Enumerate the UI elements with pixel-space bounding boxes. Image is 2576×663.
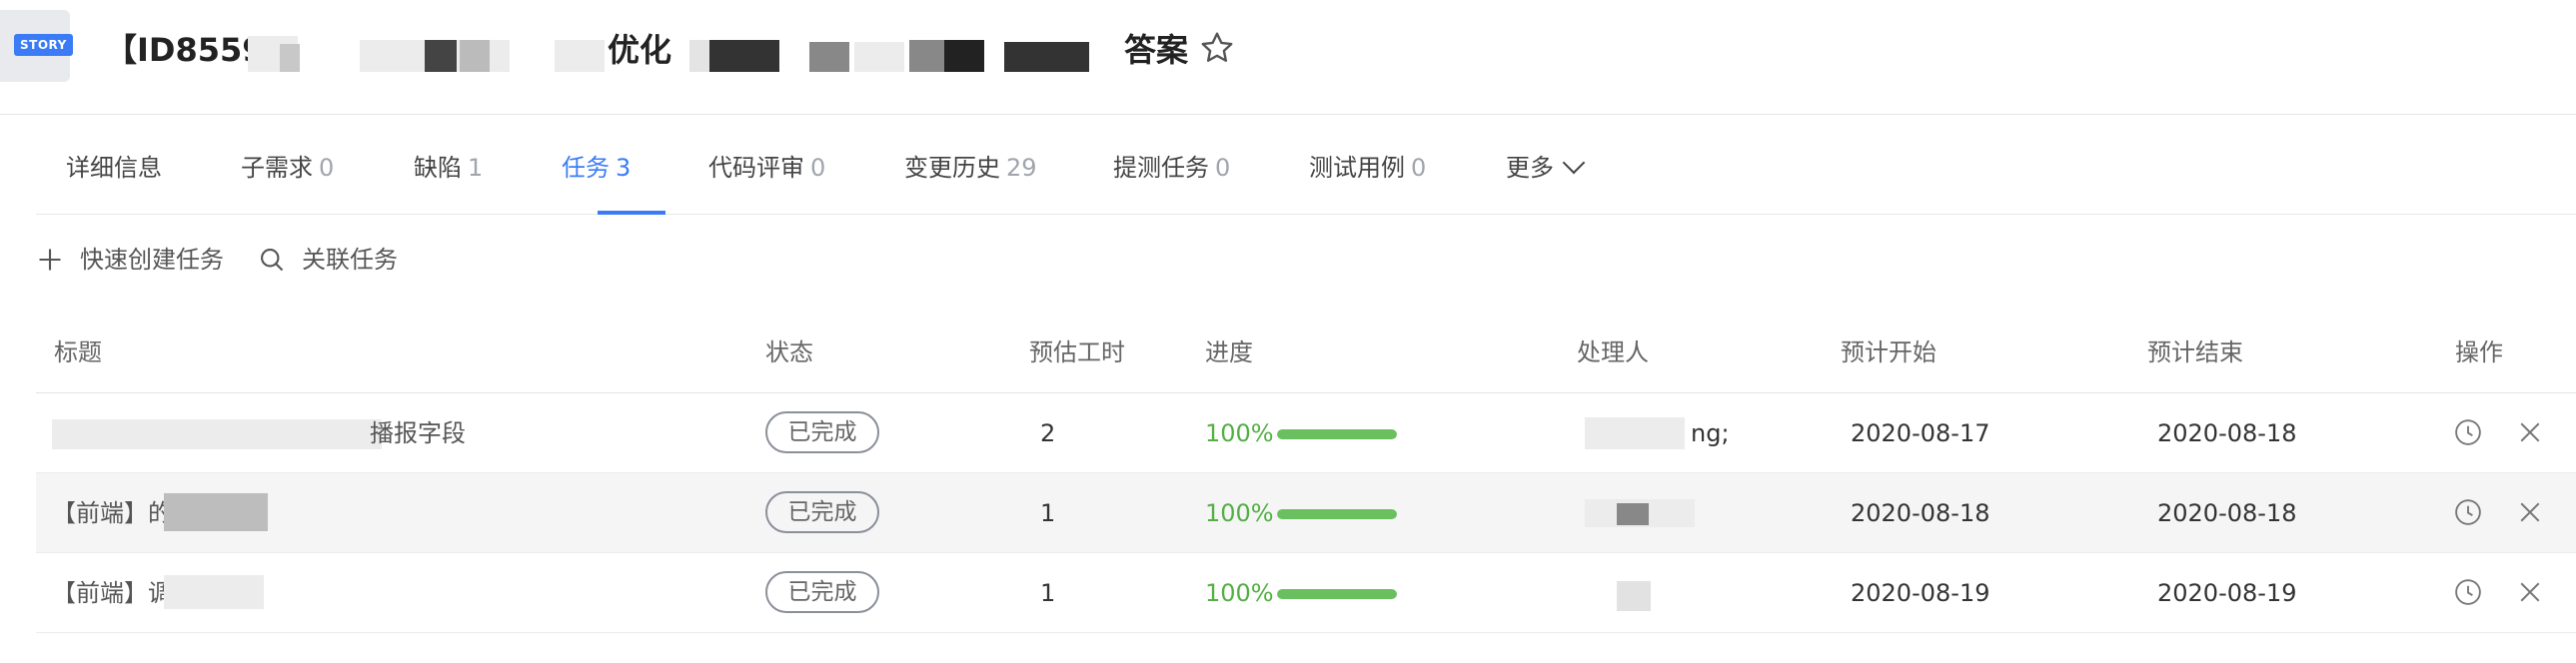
table-row[interactable]: 播报字段 已完成 2 100% ng; 2020-08-17 2020-08-1… <box>36 393 2576 473</box>
redaction <box>460 40 490 72</box>
column-assignee[interactable]: 处理人 <box>1577 330 1649 393</box>
detail-tabs: 详细信息 子需求 0 缺陷 1 任务 3 代码评审 0 变更历史 29 提测任务 0 测试用… <box>36 115 2576 215</box>
planned-start: 2020-08-19 <box>1851 579 1990 607</box>
progress-percent: 100% <box>1205 579 1274 607</box>
tab-sub-requirements[interactable]: 子需求 0 <box>241 148 334 188</box>
tab-change-history[interactable]: 变更历史 29 <box>904 148 1037 188</box>
redaction <box>164 575 264 609</box>
chevron-down-icon <box>1562 151 1586 175</box>
close-icon[interactable] <box>2515 497 2545 527</box>
status-badge: 已完成 <box>765 491 879 533</box>
search-icon <box>261 249 284 272</box>
active-tab-indicator <box>598 211 665 215</box>
tab-count: 0 <box>1411 154 1427 182</box>
planned-start: 2020-08-17 <box>1851 419 1990 447</box>
estimated-hours: 2 <box>1040 419 1056 447</box>
tab-details[interactable]: 详细信息 <box>66 148 162 188</box>
tab-count: 29 <box>1006 154 1037 182</box>
progress-percent: 100% <box>1205 419 1274 447</box>
column-estimated-hours[interactable]: 预估工时 <box>1029 330 1125 393</box>
estimated-hours: 1 <box>1040 579 1056 607</box>
column-planned-end[interactable]: 预计结束 <box>2147 330 2243 393</box>
tab-count: 3 <box>616 154 632 182</box>
estimated-hours: 1 <box>1040 499 1056 527</box>
redaction <box>52 419 382 449</box>
planned-end: 2020-08-19 <box>2157 579 2297 607</box>
tab-count: 0 <box>810 154 826 182</box>
redaction <box>555 40 605 72</box>
story-title: 【ID8559 <box>105 28 265 72</box>
redaction <box>164 493 268 531</box>
close-icon[interactable] <box>2515 417 2545 447</box>
redaction <box>1585 417 1685 449</box>
story-title-start: 【ID8559 <box>105 31 265 69</box>
clock-icon[interactable] <box>2453 577 2483 607</box>
planned-end: 2020-08-18 <box>2157 499 2297 527</box>
story-title-end: 答案 <box>1124 31 1189 69</box>
tab-count: 1 <box>468 154 484 182</box>
close-icon[interactable] <box>2515 577 2545 607</box>
table-row[interactable]: 【前端】的支持 已完成 1 100% 2020-08-18 2020-08-18 <box>36 473 2576 553</box>
planned-end: 2020-08-18 <box>2157 419 2297 447</box>
tab-test-submissions[interactable]: 提测任务 0 <box>1113 148 1230 188</box>
redaction <box>280 44 300 72</box>
tab-count: 0 <box>319 154 335 182</box>
story-title-mid: 优化 <box>608 31 672 69</box>
redaction <box>709 40 779 72</box>
status-badge: 已完成 <box>765 411 879 453</box>
clock-icon[interactable] <box>2453 497 2483 527</box>
progress-bar <box>1277 589 1397 599</box>
tab-count: 0 <box>1215 154 1231 182</box>
redaction <box>425 40 457 72</box>
clock-icon[interactable] <box>2453 417 2483 447</box>
column-status[interactable]: 状态 <box>765 330 813 393</box>
planned-start: 2020-08-18 <box>1851 499 1990 527</box>
tab-defects[interactable]: 缺陷 1 <box>414 148 483 188</box>
column-planned-start[interactable]: 预计开始 <box>1841 330 1936 393</box>
quick-create-task-button[interactable]: 快速创建任务 <box>36 238 232 282</box>
redaction <box>1004 42 1089 72</box>
link-task-button[interactable]: 关联任务 <box>258 238 398 282</box>
column-progress[interactable]: 进度 <box>1205 330 1253 393</box>
story-badge: STORY <box>14 34 73 56</box>
tab-code-review[interactable]: 代码评审 0 <box>708 148 825 188</box>
assignee: ng; <box>1691 419 1730 447</box>
task-title-link[interactable]: 【前端】调 <box>52 553 172 633</box>
redaction <box>854 42 904 72</box>
task-title-link[interactable]: 播报字段 <box>370 393 466 473</box>
progress-percent: 100% <box>1205 499 1274 527</box>
star-outline-icon[interactable] <box>1199 30 1235 66</box>
story-type-tag: STORY <box>0 10 73 82</box>
tab-more[interactable]: 更多 <box>1506 148 1586 188</box>
redaction <box>944 40 984 72</box>
redaction <box>809 42 849 72</box>
redaction <box>1617 503 1649 525</box>
progress-bar <box>1277 429 1397 439</box>
table-row[interactable]: 【前端】调 已完成 1 100% 2020-08-19 2020-08-19 <box>36 553 2576 633</box>
plus-icon <box>39 249 61 271</box>
page-header: STORY 【ID8559 优化 答案 <box>0 0 2576 115</box>
tab-tasks[interactable]: 任务 3 <box>562 148 631 188</box>
column-actions: 操作 <box>2455 338 2503 366</box>
column-title[interactable]: 标题 <box>54 330 102 393</box>
status-badge: 已完成 <box>765 571 879 613</box>
redaction <box>1617 581 1651 611</box>
table-header: 标题 状态 预估工时 进度 处理人 预计开始 预计结束 操作 <box>36 330 2576 393</box>
tab-test-cases[interactable]: 测试用例 0 <box>1309 148 1426 188</box>
progress-bar <box>1277 509 1397 519</box>
